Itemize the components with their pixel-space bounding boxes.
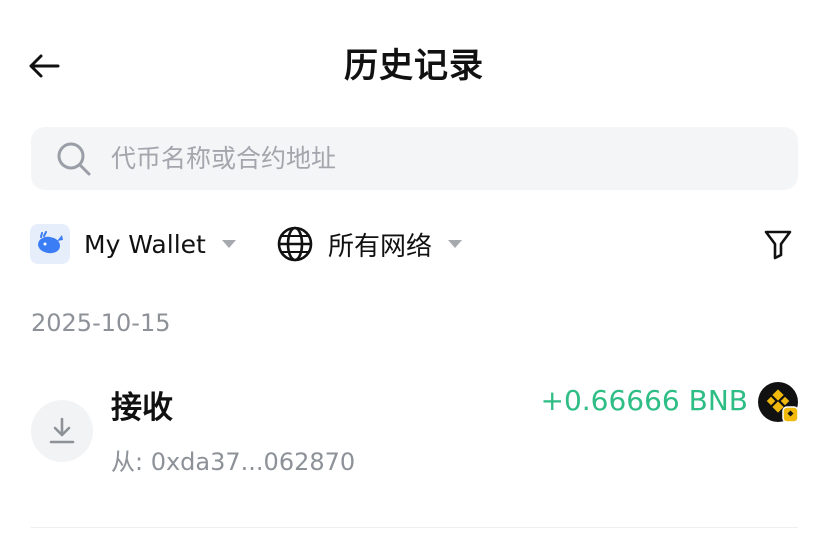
- globe-icon: [277, 226, 313, 262]
- search-icon: [55, 140, 93, 178]
- wallet-name: My Wallet: [84, 229, 206, 259]
- chevron-down-icon: [448, 240, 463, 248]
- search-input[interactable]: [109, 143, 713, 174]
- bnb-logo-icon: [758, 382, 798, 422]
- wallet-selector[interactable]: My Wallet: [30, 222, 236, 266]
- funnel-icon: [764, 230, 792, 260]
- network-selector[interactable]: 所有网络: [276, 222, 463, 266]
- page-title: 历史记录: [344, 46, 484, 86]
- date-group-label: 2025-10-15: [31, 309, 171, 337]
- transaction-amount: +0.66666 BNB: [540, 384, 748, 417]
- chevron-down-icon: [221, 240, 236, 248]
- network-name: 所有网络: [328, 231, 433, 262]
- transaction-from: 从: 0xda37...062870: [111, 448, 356, 476]
- whale-logo-icon: [30, 224, 70, 264]
- download-icon: [31, 400, 93, 462]
- history-page: 历史记录 My Wallet: [0, 0, 828, 547]
- divider: [31, 527, 798, 528]
- transaction-type: 接收: [111, 390, 173, 426]
- transaction-row[interactable]: 接收 从: 0xda37...062870 +0.66666 BNB: [0, 370, 828, 500]
- search-bar[interactable]: [31, 127, 798, 190]
- filter-button[interactable]: [758, 224, 798, 264]
